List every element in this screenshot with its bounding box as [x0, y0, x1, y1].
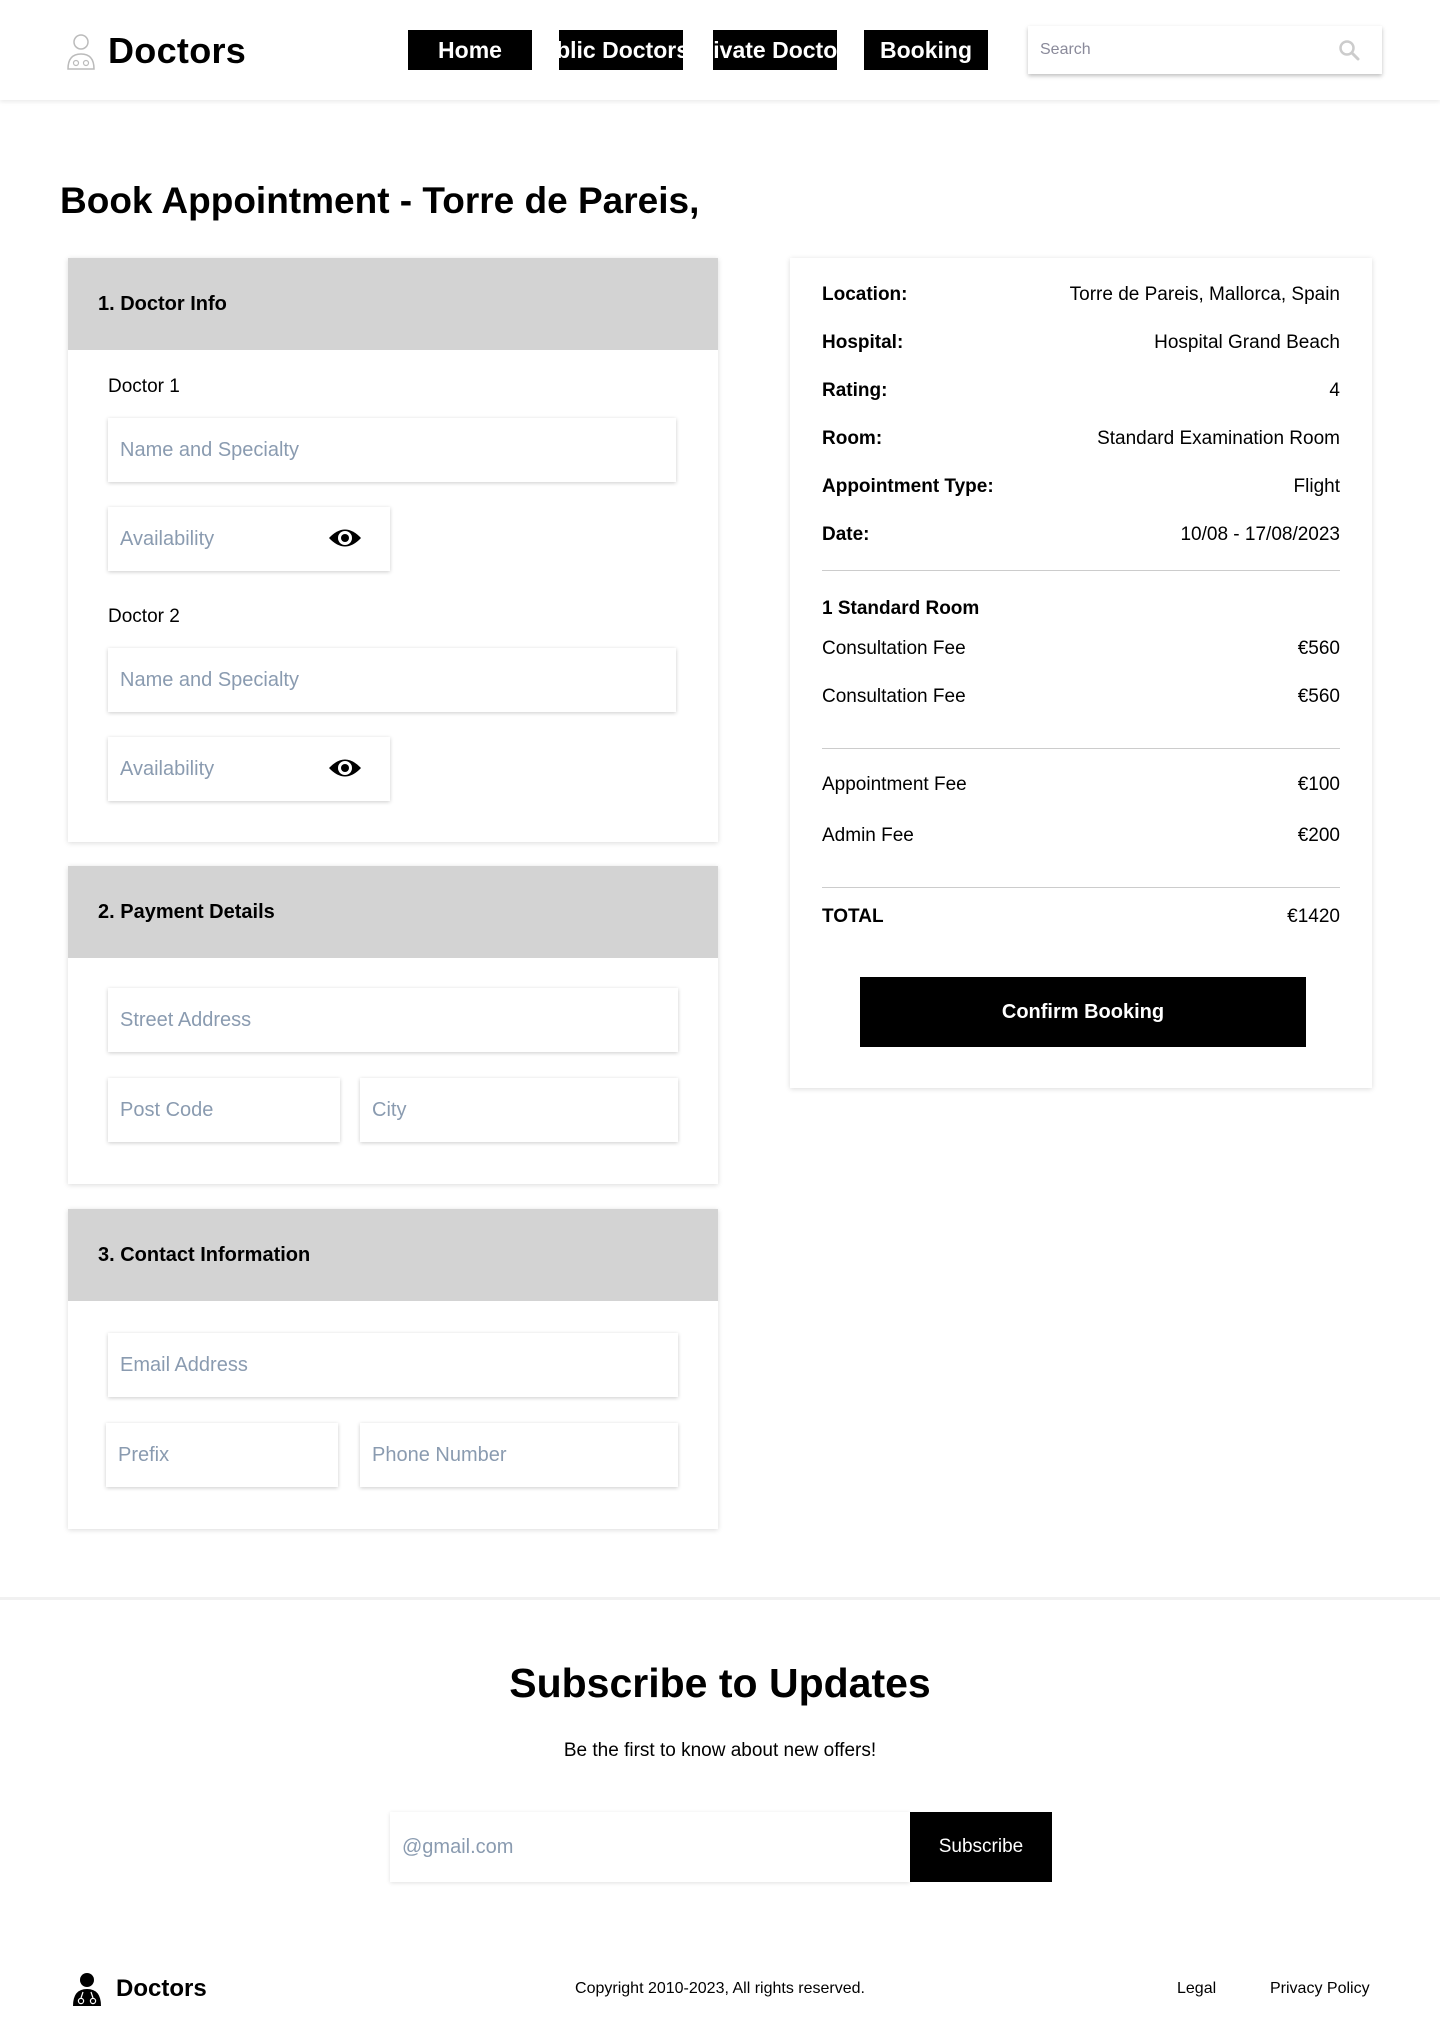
- summary-key: Date:: [822, 524, 870, 545]
- fee-row: Consultation Fee €560: [822, 686, 1340, 708]
- site-header: Doctors Home Public Doctors Private Doct…: [0, 0, 1440, 100]
- summary-value: Torre de Pareis, Mallorca, Spain: [1069, 284, 1340, 305]
- summary-row-rating: Rating: 4: [822, 380, 1340, 402]
- contact-info-card: 3. Contact Information: [68, 1209, 718, 1529]
- doctor-info-card: 1. Doctor Info Doctor 1 Doctor 2: [68, 258, 718, 842]
- confirm-booking-button[interactable]: Confirm Booking: [860, 977, 1306, 1047]
- doctor-info-heading: 1. Doctor Info: [68, 258, 718, 350]
- city-input[interactable]: [360, 1078, 678, 1142]
- subscribe-text: Be the first to know about new offers!: [563, 1740, 877, 1761]
- summary-value: Hospital Grand Beach: [1154, 332, 1340, 353]
- fee-label: Consultation Fee: [822, 638, 966, 659]
- summary-row-date: Date: 10/08 - 17/08/2023: [822, 524, 1340, 546]
- nav-public-doctors[interactable]: Public Doctors: [559, 30, 683, 70]
- summary-row-appointment-type: Appointment Type: Flight: [822, 476, 1340, 498]
- eye-icon[interactable]: [328, 755, 362, 781]
- brand-name: Doctors: [108, 30, 247, 71]
- fee-value: €200: [1297, 825, 1340, 846]
- admin-fee-row: Admin Fee €200: [822, 825, 1340, 847]
- street-address-field: [108, 988, 678, 1052]
- phone-number-field: [360, 1423, 678, 1487]
- total-value: €1420: [1287, 906, 1340, 927]
- copyright-text: Copyright 2010-2023, All rights reserved…: [575, 1980, 865, 1997]
- fee-value: €560: [1297, 638, 1340, 659]
- prefix-input[interactable]: [106, 1423, 338, 1487]
- subscribe-title: Subscribe to Updates: [509, 1660, 931, 1706]
- summary-divider: [822, 570, 1340, 571]
- payment-details-card: 2. Payment Details: [68, 866, 718, 1184]
- search-box: [1028, 26, 1382, 74]
- fee-label: Appointment Fee: [822, 774, 967, 795]
- summary-value: Flight: [1293, 476, 1340, 497]
- post-code-field: [108, 1078, 340, 1142]
- summary-key: Hospital:: [822, 332, 904, 353]
- legal-link[interactable]: Legal: [1177, 1980, 1216, 1998]
- payment-details-heading: 2. Payment Details: [68, 866, 718, 958]
- doctor-2-label: Doctor 2: [108, 606, 180, 627]
- summary-key: Room:: [822, 428, 883, 449]
- doctor-2-name-input[interactable]: [108, 648, 676, 712]
- eye-icon[interactable]: [328, 525, 362, 551]
- post-code-input[interactable]: [108, 1078, 340, 1142]
- room-heading: 1 Standard Room: [822, 598, 980, 619]
- nav-private-doctors[interactable]: Private Doctors: [713, 30, 837, 70]
- email-input[interactable]: [108, 1333, 678, 1397]
- doctor-1-availability-field: [108, 507, 390, 571]
- summary-key: Rating:: [822, 380, 888, 401]
- doctor-1-name-field: [108, 418, 676, 482]
- subscribe-email-input[interactable]: [390, 1812, 910, 1882]
- brand-logo[interactable]: Doctors: [66, 30, 246, 72]
- nav-booking[interactable]: Booking: [864, 30, 988, 70]
- summary-key: Location:: [822, 284, 908, 305]
- summary-divider: [822, 887, 1340, 888]
- summary-row-location: Location: Torre de Pareis, Mallorca, Spa…: [822, 284, 1340, 306]
- street-address-input[interactable]: [108, 988, 678, 1052]
- email-field: [108, 1333, 678, 1397]
- doctor-1-name-input[interactable]: [108, 418, 676, 482]
- search-icon[interactable]: [1338, 39, 1360, 61]
- summary-divider: [822, 748, 1340, 749]
- doctor-icon: [67, 34, 95, 70]
- appointment-fee-row: Appointment Fee €100: [822, 774, 1340, 796]
- search-input[interactable]: [1028, 41, 1328, 59]
- doctor-1-label: Doctor 1: [108, 376, 180, 397]
- doctor-2-availability-field: [108, 737, 390, 801]
- fee-label: Admin Fee: [822, 825, 914, 846]
- booking-summary: Location: Torre de Pareis, Mallorca, Spa…: [790, 258, 1372, 1088]
- room-heading-row: 1 Standard Room: [822, 598, 1340, 620]
- phone-number-input[interactable]: [360, 1423, 678, 1487]
- page-title: Book Appointment - Torre de Pareis,: [60, 180, 700, 221]
- nav-private-doctors-label: Private Doctors: [713, 36, 837, 63]
- contact-info-heading: 3. Contact Information: [68, 1209, 718, 1301]
- nav-public-doctors-label: Public Doctors: [559, 36, 683, 63]
- summary-value: Standard Examination Room: [1097, 428, 1340, 449]
- summary-value: 4: [1329, 380, 1340, 401]
- fee-value: €100: [1297, 774, 1340, 795]
- doctor-2-name-field: [108, 648, 676, 712]
- subscribe-button[interactable]: Subscribe: [910, 1812, 1052, 1882]
- fee-label: Consultation Fee: [822, 686, 966, 707]
- section-divider: [0, 1597, 1440, 1600]
- summary-row-room: Room: Standard Examination Room: [822, 428, 1340, 450]
- subscribe-email-field: [390, 1812, 910, 1882]
- prefix-field: [106, 1423, 338, 1487]
- total-row: TOTAL €1420: [822, 906, 1340, 928]
- fee-value: €560: [1297, 686, 1340, 707]
- total-label: TOTAL: [822, 906, 884, 927]
- city-field: [360, 1078, 678, 1142]
- summary-row-hospital: Hospital: Hospital Grand Beach: [822, 332, 1340, 354]
- privacy-policy-link[interactable]: Privacy Policy: [1270, 1980, 1370, 1998]
- nav-home[interactable]: Home: [408, 30, 532, 70]
- fee-row: Consultation Fee €560: [822, 638, 1340, 660]
- summary-key: Appointment Type:: [822, 476, 994, 497]
- summary-value: 10/08 - 17/08/2023: [1180, 524, 1340, 545]
